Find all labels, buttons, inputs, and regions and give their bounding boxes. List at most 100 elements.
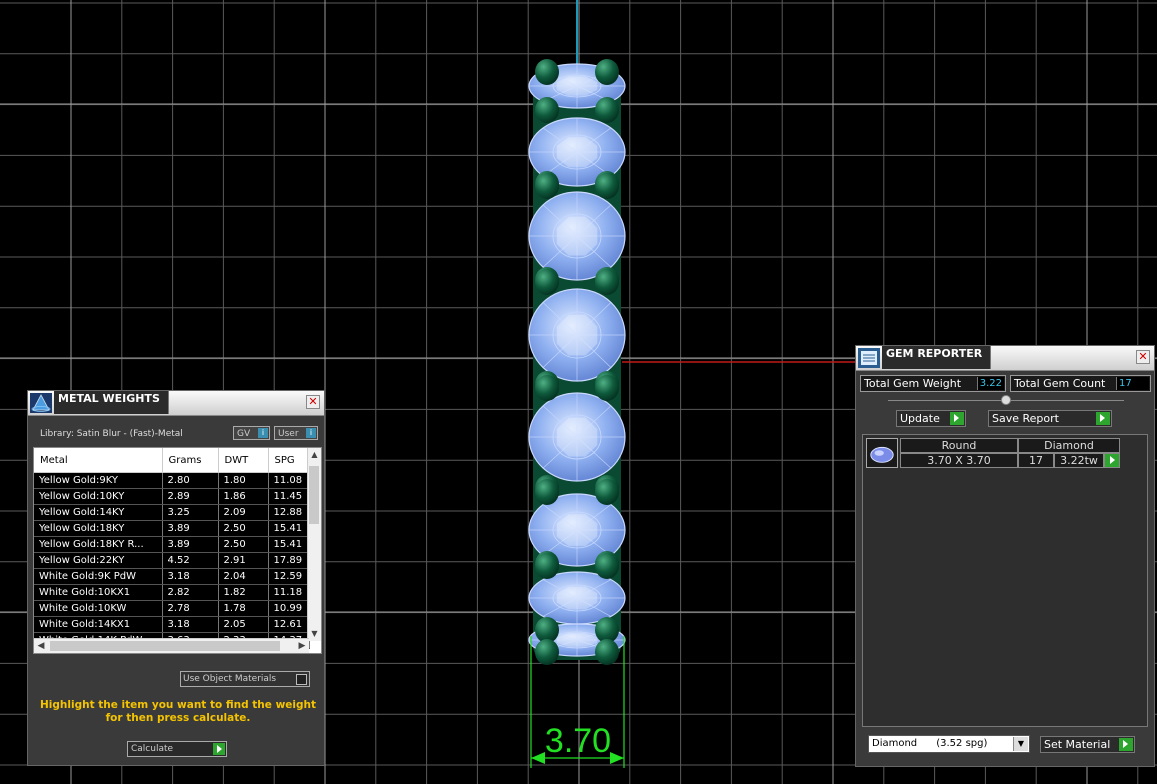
prong (535, 97, 559, 123)
play-arrow-icon (1096, 412, 1110, 425)
close-icon[interactable]: ✕ (306, 395, 320, 409)
table-cell: 2.78 (162, 600, 219, 617)
metal-weights-title: METAL WEIGHTS (54, 391, 169, 414)
close-icon[interactable]: ✕ (1136, 350, 1150, 364)
table-cell: 17.89 (268, 552, 310, 569)
gem-weight-cell: 3.22tw (1054, 453, 1104, 468)
table-cell: 2.91 (218, 552, 269, 569)
gem-material-cell: Diamond (1018, 438, 1120, 453)
scroll-left-icon[interactable]: ◀ (34, 639, 48, 653)
library-label: Library: Satin Blur - (Fast)-Metal (40, 429, 183, 439)
scroll-right-icon[interactable]: ▶ (295, 639, 309, 653)
metal-weights-titlebar[interactable]: METAL WEIGHTS ✕ (28, 391, 324, 416)
table-cell: 12.88 (268, 504, 310, 521)
prong (595, 59, 619, 85)
gem-stone[interactable] (528, 191, 626, 281)
table-cell: Yellow Gold:22KY (34, 552, 163, 569)
gem-stone[interactable] (528, 571, 626, 625)
save-report-label: Save Report (992, 412, 1059, 425)
table-row[interactable]: Yellow Gold:18KY 3.89 2.50 15.41 (34, 520, 310, 537)
prong (595, 97, 619, 123)
prong (535, 479, 559, 505)
info-icon: i (258, 428, 268, 438)
gem-reporter-panel: GEM REPORTER ✕ Total Gem Weight 3.22 Tot… (855, 345, 1155, 767)
table-cell: Yellow Gold:9KY (34, 472, 163, 489)
set-material-button[interactable]: Set Material (1040, 736, 1135, 753)
table-row[interactable]: Yellow Gold:10KY 2.89 1.86 11.45 (34, 488, 310, 505)
column-header[interactable]: Metal (34, 448, 163, 473)
info-icon: i (306, 428, 316, 438)
gem-shape-cell: Round (900, 438, 1018, 453)
prong (595, 173, 619, 199)
use-object-materials-label: Use Object Materials (183, 674, 277, 684)
checkbox-box[interactable] (296, 674, 307, 685)
gem-reporter-titlebar[interactable]: GEM REPORTER ✕ (856, 346, 1154, 371)
table-row[interactable]: Yellow Gold:9KY 2.80 1.80 11.08 (34, 472, 310, 489)
scrollbar-thumb[interactable] (309, 466, 319, 524)
user-toggle[interactable]: User i (274, 426, 318, 440)
table-row[interactable]: White Gold:14KX1 3.18 2.05 12.61 (34, 616, 310, 633)
table-row[interactable]: White Gold:10KX1 2.82 1.82 11.18 (34, 584, 310, 601)
table-cell: 15.41 (268, 536, 310, 553)
table-cell: 10.99 (268, 600, 310, 617)
play-arrow-icon (1119, 738, 1133, 751)
hint-text: Highlight the item you want to find the … (40, 699, 316, 724)
table-cell: White Gold:9K PdW (34, 568, 163, 585)
vertical-scrollbar[interactable]: ▲ ▼ (307, 448, 321, 641)
scroll-up-icon[interactable]: ▲ (308, 448, 321, 462)
dimension-label: 3.70 (545, 722, 611, 760)
horizontal-scrollbar[interactable]: ◀ ▶ (34, 638, 309, 653)
play-arrow-icon (213, 743, 225, 755)
total-gem-count-value: 17 (1116, 377, 1149, 390)
gem-list: Round Diamond 3.70 X 3.70 17 3.22tw (862, 434, 1148, 727)
table-cell: Yellow Gold:18KY R... (34, 536, 163, 553)
prong (535, 375, 559, 401)
column-header[interactable]: SPG (268, 448, 310, 473)
play-arrow-icon (950, 412, 964, 425)
scroll-down-icon[interactable]: ▼ (308, 627, 321, 641)
prong (535, 553, 559, 579)
table-cell: 2.82 (162, 584, 219, 601)
table-row[interactable]: Yellow Gold:18KY R... 3.89 2.50 15.41 (34, 536, 310, 553)
table-cell: 1.82 (218, 584, 269, 601)
gem-row-action-button[interactable] (1104, 453, 1120, 468)
metal-table[interactable]: Metal Grams DWT SPG Yellow Gold:9KY 2.80 1.80… (33, 447, 322, 654)
gem-size-cell: 3.70 X 3.70 (900, 453, 1018, 468)
column-header[interactable]: DWT (218, 448, 269, 473)
update-label: Update (900, 412, 940, 425)
calculate-button[interactable]: Calculate (127, 741, 227, 757)
table-cell: 3.18 (162, 616, 219, 633)
update-button[interactable]: Update (896, 410, 966, 427)
collapse-toggle-icon[interactable] (1001, 395, 1011, 405)
gem-material-select[interactable]: Diamond (3.52 spg) ▼ (868, 735, 1030, 753)
gem-stone[interactable] (528, 288, 626, 382)
table-cell: 3.89 (162, 520, 219, 537)
user-label: User (278, 429, 299, 439)
table-row[interactable]: Yellow Gold:22KY 4.52 2.91 17.89 (34, 552, 310, 569)
prong (595, 375, 619, 401)
metal-weights-panel: METAL WEIGHTS ✕ Library: Satin Blur - (F… (27, 390, 325, 766)
table-cell: 2.89 (162, 488, 219, 505)
table-cell: 2.80 (162, 472, 219, 489)
table-row[interactable]: Yellow Gold:14KY 3.25 2.09 12.88 (34, 504, 310, 521)
scrollbar-thumb[interactable] (50, 641, 280, 651)
total-gem-weight-value: 3.22 (976, 377, 1004, 390)
table-row[interactable]: White Gold:10KW 2.78 1.78 10.99 (34, 600, 310, 617)
gv-label: GV (237, 429, 251, 439)
table-row[interactable]: White Gold:9K PdW 3.18 2.04 12.59 (34, 568, 310, 585)
prong (535, 173, 559, 199)
save-report-button[interactable]: Save Report (988, 410, 1112, 427)
gv-toggle[interactable]: GV i (233, 426, 270, 440)
prong (595, 269, 619, 295)
prong (595, 553, 619, 579)
table-cell: White Gold:10KX1 (34, 584, 163, 601)
chevron-down-icon[interactable]: ▼ (1013, 737, 1028, 751)
gem-stone[interactable] (528, 392, 626, 482)
table-cell: 3.25 (162, 504, 219, 521)
column-header[interactable]: Grams (162, 448, 219, 473)
table-cell: White Gold:14KX1 (34, 616, 163, 633)
prong (535, 639, 559, 665)
table-cell: 12.59 (268, 568, 310, 585)
eternity-ring-model[interactable] (528, 59, 626, 665)
use-object-materials-checkbox[interactable]: Use Object Materials (180, 671, 310, 687)
